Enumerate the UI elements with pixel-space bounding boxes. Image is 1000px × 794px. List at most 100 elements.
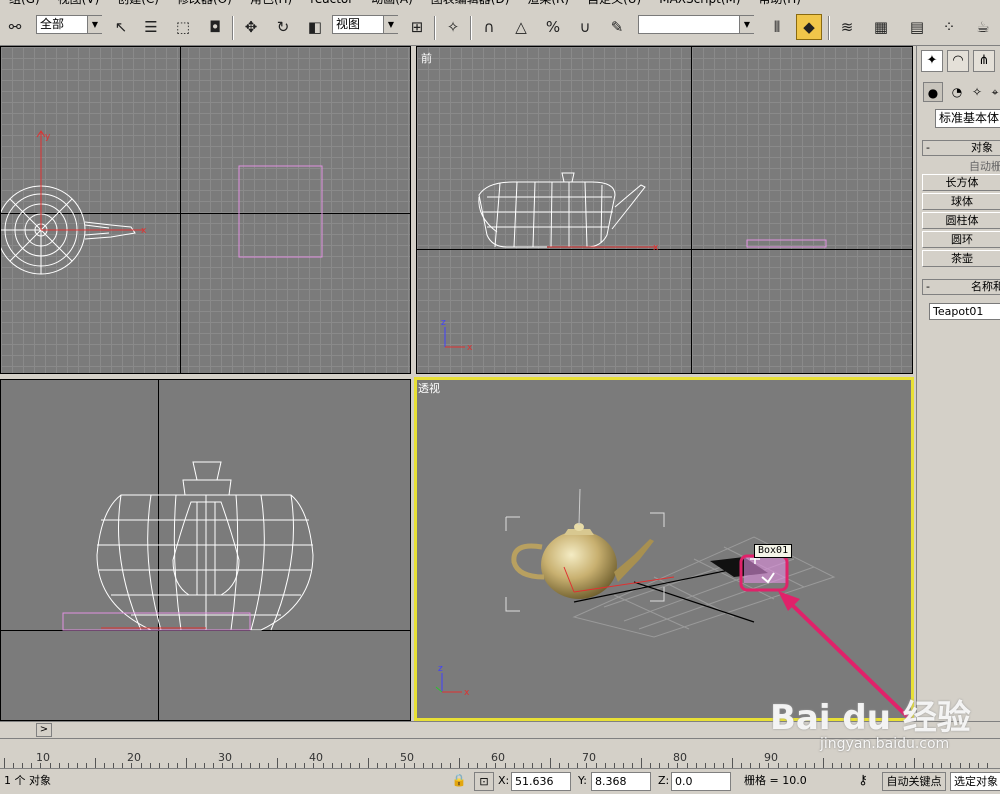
select-object-icon[interactable]: ↖ (108, 14, 134, 40)
slider-next-button[interactable]: > (36, 723, 52, 737)
teapot-wireframe-left (96, 461, 314, 631)
ruler-tick-label: 50 (400, 751, 414, 764)
percent-snap-icon[interactable]: % (540, 14, 566, 40)
auto-key-button[interactable]: 自动关键点 (882, 772, 946, 791)
y-coord-field[interactable]: 8.368 (591, 772, 651, 791)
select-by-name-icon[interactable]: ☰ (138, 14, 164, 40)
transform-gizmo-z (578, 488, 581, 526)
lights-category-icon[interactable]: ✧ (967, 82, 987, 102)
collapse-icon: - (926, 141, 930, 154)
object-tooltip: Box01 (754, 544, 793, 558)
snap-toggle-icon[interactable]: ∩ (476, 14, 502, 40)
toolbar-separator (470, 16, 472, 40)
object-type-rollout[interactable]: - 对象 (922, 140, 1000, 156)
viewport-left[interactable] (0, 379, 411, 721)
move-icon[interactable]: ✥ (238, 14, 264, 40)
x-coord-field[interactable]: 51.636 (511, 772, 571, 791)
svg-text:x: x (141, 226, 147, 236)
svg-text:z: z (438, 664, 443, 674)
ruler-tick-label: 60 (491, 751, 505, 764)
key-filter-dropdown[interactable]: 选定对象 (950, 772, 1000, 791)
scale-icon[interactable]: ◧ (302, 14, 328, 40)
x-coord-label: X: (498, 774, 510, 787)
spinner-snap-icon[interactable]: ∪ (572, 14, 598, 40)
svg-text:y: y (45, 132, 51, 142)
selection-status: 1 个 对象 (4, 772, 444, 791)
chevron-down-icon: ▼ (87, 16, 102, 33)
category-dropdown[interactable]: 标准基本体 (935, 109, 1000, 128)
named-selection-dropdown[interactable]: ▼ (638, 15, 754, 34)
grid-size-label: 栅格 = 10.0 (744, 774, 807, 787)
render-scene-icon[interactable]: ☕ (970, 14, 996, 40)
reference-coord-dropdown[interactable]: 视图 ▼ (332, 15, 398, 34)
toolbar-separator (434, 16, 436, 40)
object-type-button[interactable]: 茶壶 (922, 250, 1000, 267)
selection-filter-dropdown[interactable]: 全部 ▼ (36, 15, 102, 34)
svg-text:x: x (653, 243, 659, 253)
top-view-geometry: x y (1, 130, 323, 275)
rectangular-selection-icon[interactable]: ⬚ (170, 14, 196, 40)
material-editor-icon[interactable]: ⁘ (936, 14, 962, 40)
transform-gizmo-top (36, 130, 144, 231)
selection-filter-value: 全部 (40, 17, 65, 31)
rollout-title: 对象 (971, 141, 993, 154)
ruler-tick (186, 758, 187, 768)
rotate-icon[interactable]: ↻ (270, 14, 296, 40)
ruler-tick (459, 758, 460, 768)
mirror-icon[interactable]: ⫴ (764, 14, 790, 40)
viewport-front[interactable]: 前 x z x (416, 46, 913, 374)
collapse-icon: - (926, 280, 930, 293)
time-slider[interactable]: > (0, 721, 1000, 738)
curve-editor-icon[interactable]: ▦ (868, 14, 894, 40)
cameras-category-icon[interactable]: ⌖ (985, 82, 1000, 102)
shapes-category-icon[interactable]: ◔ (947, 82, 967, 102)
absolute-mode-icon[interactable]: ⊡ (474, 772, 494, 791)
bind-space-warp-icon[interactable]: ⚯ (2, 14, 28, 40)
rollout-title: 名称和 (971, 280, 1000, 293)
ruler-tick-label: 10 (36, 751, 50, 764)
geometry-category-icon[interactable]: ● (923, 82, 943, 102)
ruler-tick-label: 80 (673, 751, 687, 764)
z-coord-field[interactable]: 0.0 (671, 772, 731, 791)
align-icon[interactable]: ◆ (796, 14, 822, 40)
ruler-tick (368, 758, 369, 768)
z-coord-label: Z: (658, 774, 670, 787)
hierarchy-tab-icon[interactable]: ⋔ (973, 50, 995, 72)
modify-tab-icon[interactable]: ◠ (947, 50, 969, 72)
pivot-center-icon[interactable]: ⊞ (404, 14, 430, 40)
ruler-tick-label: 70 (582, 751, 596, 764)
object-type-button[interactable]: 球体 (922, 193, 1000, 210)
schematic-view-icon[interactable]: ▤ (904, 14, 930, 40)
perspective-view-geometry: z x (435, 488, 914, 721)
max-window: 组(G)视图(V)创建(C)修改器(O)角色(H)reactor动画(A)图表编… (0, 0, 1000, 794)
left-view-geometry (62, 461, 314, 631)
lock-selection-icon[interactable]: 🔒 (450, 772, 468, 791)
chevron-down-icon: ▼ (383, 16, 398, 33)
status-bar: 1 个 对象 🔒 ⊡ X: 51.636 Y: 8.368 Z: 0.0 栅格 … (0, 768, 1000, 794)
object-type-button[interactable]: 圆环 (922, 231, 1000, 248)
select-and-manipulate-icon[interactable]: ✧ (440, 14, 466, 40)
object-type-button[interactable]: 圆柱体 (922, 212, 1000, 229)
create-tab-icon[interactable]: ✦ (921, 50, 943, 72)
window-crossing-icon[interactable]: ◘ (202, 14, 228, 40)
set-key-icon[interactable]: ⚷ (848, 772, 878, 791)
ruler-tick-label: 30 (218, 751, 232, 764)
track-bar[interactable]: 10 20 30 40 50 60 70 80 90 (0, 738, 1000, 768)
object-name-input[interactable]: Teapot01 (929, 303, 1000, 320)
autogrid-checkbox[interactable]: 自动栅 (969, 158, 1000, 174)
box01-outline-top (238, 165, 323, 258)
viewport-perspective[interactable]: 透视 z x Box01 (414, 377, 914, 721)
angle-snap-icon[interactable]: △ (508, 14, 534, 40)
layer-manager-icon[interactable]: ≋ (834, 14, 860, 40)
ruler-tick-label: 40 (309, 751, 323, 764)
object-type-button[interactable]: 长方体 (922, 174, 1000, 191)
edit-named-selection-icon[interactable]: ✎ (604, 14, 630, 40)
selection-count: 1 个 对象 (4, 774, 51, 787)
box01-outline-left (62, 612, 251, 631)
name-color-rollout[interactable]: - 名称和 (922, 279, 1000, 295)
svg-text:z: z (441, 318, 446, 328)
teapot-shaded (511, 523, 654, 599)
viewport-top[interactable]: x y (0, 46, 411, 374)
axis-tripod-persp: z x (435, 664, 470, 698)
annotation-arrow (778, 591, 914, 721)
